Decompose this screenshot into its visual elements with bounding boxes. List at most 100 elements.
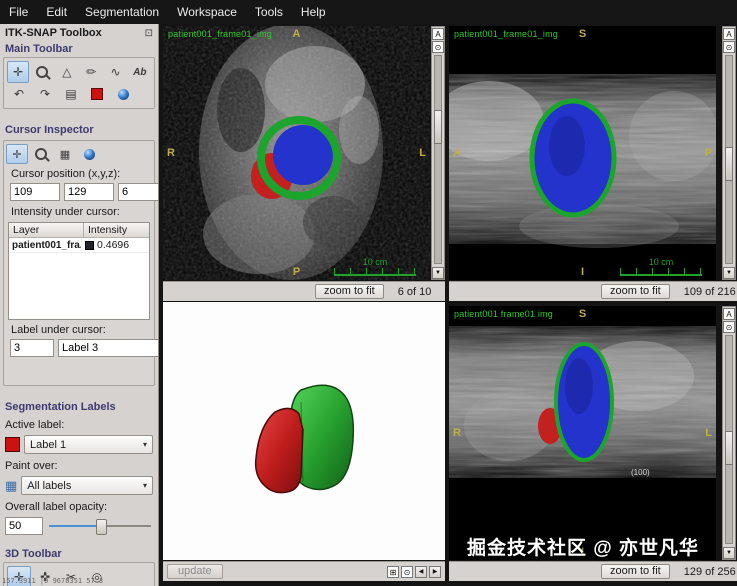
- slice-thumb[interactable]: [725, 431, 733, 466]
- sphere-icon: [83, 148, 95, 160]
- paint-over-value: All labels: [27, 479, 72, 492]
- next-arrow-icon[interactable]: ▶: [429, 566, 441, 578]
- annotation-tool-button[interactable]: Ab: [129, 61, 151, 83]
- column-header-intensity: Intensity: [88, 224, 128, 236]
- view-3d[interactable]: [163, 302, 445, 560]
- undo-button[interactable]: ↶: [7, 83, 31, 105]
- speed-image-button[interactable]: [111, 83, 135, 105]
- crosshair-toggle-button[interactable]: ⊙: [723, 41, 735, 53]
- label-id-input[interactable]: [10, 339, 54, 357]
- crosshair-tool-button[interactable]: ✛: [7, 61, 30, 83]
- expand-grid-icon[interactable]: ⊞: [387, 566, 399, 578]
- active-label-value: Label 1: [30, 438, 67, 451]
- orientation-marker-left: L: [705, 427, 712, 439]
- slice-track[interactable]: [725, 335, 733, 544]
- view-sagittal-bar: zoom to fit 109 of 216: [449, 281, 737, 301]
- menu-segmentation[interactable]: Segmentation: [76, 1, 168, 23]
- all-labels-icon: ▦: [5, 478, 18, 493]
- intensity-value-cell: 0.4696: [82, 238, 149, 252]
- main-toolbar-row-1: ✛ △ ✏ ∿ Ab: [7, 61, 151, 83]
- redo-button[interactable]: ↷: [33, 83, 57, 105]
- label-under-cursor-label: Label under cursor:: [11, 324, 106, 336]
- view-coronal[interactable]: patient001 frame01 img S R L I (100): [449, 306, 716, 560]
- view-axial[interactable]: patient001_frame01_img A R L P 10 cm: [163, 26, 430, 280]
- main-toolbar-label: Main Toolbar: [5, 43, 73, 55]
- chevron-down-icon: ▾: [142, 481, 147, 490]
- active-label-color-swatch: [5, 437, 20, 452]
- annotation-toggle-button[interactable]: A: [723, 308, 735, 320]
- previous-arrow-icon[interactable]: ◀: [415, 566, 427, 578]
- scroll-down-icon[interactable]: ▼: [432, 267, 444, 279]
- sphere-icon: [117, 88, 129, 100]
- menu-help[interactable]: Help: [292, 1, 335, 23]
- annotation-toggle-button[interactable]: A: [723, 28, 735, 40]
- label-name-input[interactable]: [58, 339, 158, 357]
- polygon-tool-button[interactable]: △: [56, 61, 78, 83]
- menu-file[interactable]: File: [0, 1, 37, 23]
- cursor-x-input[interactable]: [10, 183, 60, 201]
- slice-indicator: 129 of 256: [683, 565, 736, 578]
- paint-over-label: Paint over:: [5, 460, 58, 472]
- crosshair-toggle-button[interactable]: ⊙: [432, 41, 444, 53]
- active-label-select[interactable]: Label 1 ▾: [24, 435, 153, 454]
- crosshair-mode-button[interactable]: ✛: [6, 144, 28, 164]
- slice-thumb[interactable]: [434, 109, 442, 144]
- crosshair-toggle-button[interactable]: ⊙: [723, 321, 735, 333]
- menubar: File Edit Segmentation Workspace Tools H…: [0, 0, 737, 24]
- zoom-to-fit-button[interactable]: zoom to fit: [601, 564, 670, 579]
- menu-tools[interactable]: Tools: [246, 1, 292, 23]
- status-text: 157.3911 |0 9678351 57 3: [2, 577, 104, 585]
- orientation-marker-inferior: I: [580, 266, 585, 278]
- table-row[interactable]: patient001_fra... 0.4696: [9, 238, 149, 253]
- magnifier-icon: [35, 148, 47, 160]
- paintbrush-tool-button[interactable]: ✏: [80, 61, 102, 83]
- zoom-to-fit-button[interactable]: zoom to fit: [315, 284, 384, 299]
- cursor-z-input[interactable]: [118, 183, 158, 201]
- paint-over-select[interactable]: All labels ▾: [21, 476, 153, 495]
- intensity-table: Layer Intensity patient001_fra... 0.4696: [8, 222, 150, 320]
- grid-view-button[interactable]: ▦: [54, 144, 76, 164]
- view-sagittal[interactable]: patient001_frame01_img S A P I 10 cm: [449, 26, 716, 280]
- crosshair-toggle-button[interactable]: ⊙: [401, 566, 413, 578]
- view-axial-title: patient001_frame01_img: [168, 29, 272, 39]
- segmentation-labels-label: Segmentation Labels: [5, 401, 116, 413]
- slice-track[interactable]: [725, 55, 733, 264]
- label-editor-button[interactable]: [85, 83, 109, 105]
- segmentation-3d-render: [163, 302, 445, 560]
- detach-panel-icon[interactable]: ⊡: [145, 28, 153, 39]
- red-label-icon: [91, 88, 103, 100]
- scroll-down-icon[interactable]: ▼: [723, 547, 735, 559]
- cursor-inspector-label: Cursor Inspector: [5, 124, 94, 136]
- snake-tool-button[interactable]: ∿: [104, 61, 126, 83]
- cursor-y-input[interactable]: [64, 183, 114, 201]
- layer-inspector-button[interactable]: ▤: [59, 83, 83, 105]
- zoom-tool-button[interactable]: [31, 61, 53, 83]
- orientation-marker-superior: S: [578, 28, 587, 40]
- slider-handle[interactable]: [95, 519, 107, 535]
- scroll-down-icon[interactable]: ▼: [723, 267, 735, 279]
- sphere-view-button[interactable]: [78, 144, 100, 164]
- view-axial-slider-column: A ⊙ ▼: [431, 26, 445, 280]
- view-coronal-bar: zoom to fit 129 of 256: [449, 561, 737, 581]
- zoom-to-fit-button[interactable]: zoom to fit: [601, 284, 670, 299]
- view-coronal-slider-column: A ⊙ ▼: [722, 306, 736, 560]
- annotation-toggle-button[interactable]: A: [432, 28, 444, 40]
- intensity-table-header: Layer Intensity: [9, 223, 149, 238]
- menu-edit[interactable]: Edit: [37, 1, 76, 23]
- toolbar-3d-label: 3D Toolbar: [5, 548, 62, 560]
- zoom-mode-button[interactable]: [30, 144, 52, 164]
- scale-bar: 10 cm: [334, 257, 416, 276]
- axial-mri-image: [163, 26, 430, 280]
- main-toolbar-row-2: ↶ ↷ ▤: [7, 83, 151, 105]
- sagittal-mri-image: [449, 26, 716, 280]
- view-sagittal-slider-column: A ⊙ ▼: [722, 26, 736, 280]
- menu-workspace[interactable]: Workspace: [168, 1, 246, 23]
- scale-ruler: [334, 268, 416, 276]
- update-mesh-button[interactable]: update: [167, 564, 223, 579]
- opacity-slider[interactable]: [49, 518, 151, 535]
- column-header-layer: Layer: [9, 223, 84, 237]
- slice-thumb[interactable]: [725, 147, 733, 182]
- opacity-input[interactable]: [5, 517, 43, 535]
- inspector-toolbar: ✛ ▦: [6, 144, 152, 164]
- slice-track[interactable]: [434, 55, 442, 264]
